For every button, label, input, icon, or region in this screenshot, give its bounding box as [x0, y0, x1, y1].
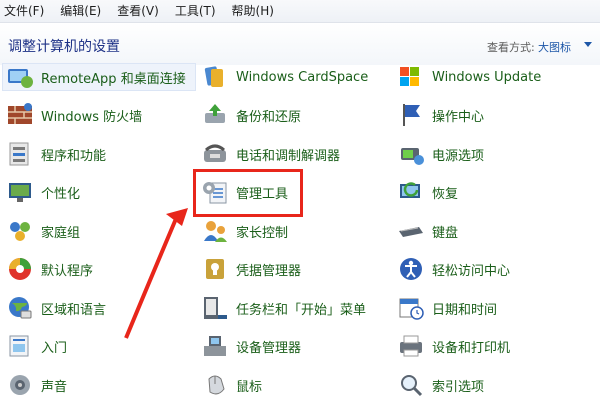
- annotation-arrow: [124, 208, 188, 339]
- annotation-arrow-shaft: [124, 213, 180, 339]
- annotation-arrow-head: [166, 208, 188, 226]
